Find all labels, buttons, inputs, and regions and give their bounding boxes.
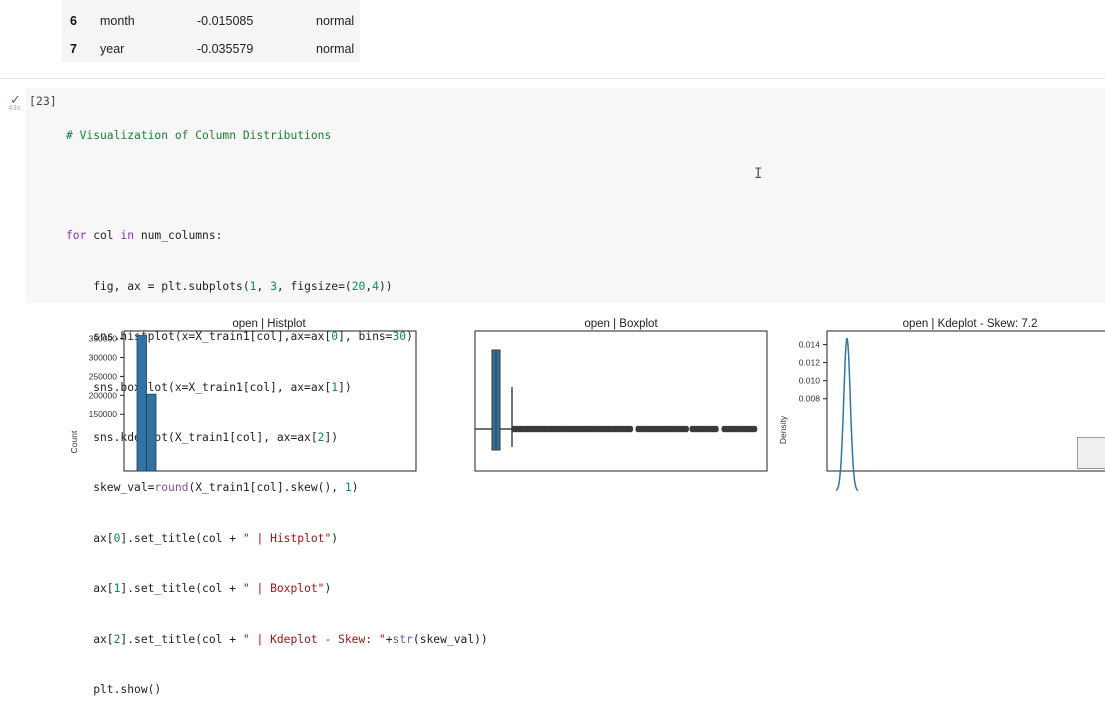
histplot-ytick-label: 350000 [89, 334, 118, 344]
code-line: ax[2].set_title(col + " | Kdeplot - Skew… [66, 632, 488, 646]
boxplot-outlier-point [683, 425, 689, 433]
floating-widget[interactable] [1077, 437, 1105, 469]
code-line: ax[0].set_title(col + " | Histplot") [66, 531, 339, 545]
code-line: skew_val=round(X_train1[col].skew(), 1) [66, 481, 359, 495]
kde-curve [835, 338, 859, 492]
cell-divider [0, 78, 1105, 79]
kdeplot-ytick-label: 0.010 [799, 376, 821, 386]
run-duration: 43s [8, 104, 21, 112]
kdeplot-title: open | Kdeplot - Skew: 7.2 [903, 318, 1038, 330]
skew-value: -0.015085 [197, 14, 254, 28]
histplot-ytick-label: 250000 [89, 371, 118, 381]
row-index: 6 [70, 14, 77, 28]
code-line: plt.show() [66, 682, 162, 696]
kdeplot-ytick-label: 0.012 [799, 358, 821, 368]
column-name: year [100, 42, 125, 56]
column-name: month [100, 14, 135, 28]
boxplot-outlier-point [752, 425, 758, 433]
code-line: for col in num_columns: [66, 229, 223, 243]
distribution-label: normal [316, 14, 355, 28]
histplot-ytick-label: 300000 [89, 352, 118, 362]
kdeplot-ytick-label: 0.008 [799, 394, 821, 404]
execution-count: [23] [29, 94, 57, 108]
histplot-title: open | Histplot [232, 318, 306, 330]
histplot-bar [146, 393, 157, 472]
text-cursor-icon: I [754, 166, 763, 182]
kdeplot-ylabel: Density [778, 415, 788, 444]
histplot-axes-frame [123, 330, 417, 472]
histplot-ytick-label: 150000 [89, 409, 118, 419]
boxplot-outlier-point [713, 425, 719, 433]
code-line: ax[1].set_title(col + " | Boxplot") [66, 582, 332, 596]
boxplot-outliers [511, 425, 758, 433]
histplot-bar [136, 335, 147, 472]
kdeplot-ytick-label: 0.014 [799, 340, 821, 350]
table-row: 6 month -0.015085 normal [62, 8, 360, 34]
histplot-chart: open | Histplot 350000 300000 250000 200000… [69, 318, 417, 472]
skew-value: -0.035579 [197, 42, 254, 56]
kdeplot-axes-frame [826, 330, 1105, 472]
boxplot-chart: open | Boxplot [474, 318, 768, 472]
row-index: 7 [70, 42, 77, 56]
boxplot-title: open | Boxplot [584, 318, 658, 330]
kdeplot-chart: open | Kdeplot - Skew: 7.2 0.014 0.012 0.0… [778, 318, 1105, 492]
histplot-ytick-label: 200000 [89, 390, 118, 400]
code-comment: # Visualization of Column Distributions [66, 128, 332, 142]
boxplot-outlier-point [628, 425, 634, 433]
distribution-label: normal [316, 42, 355, 56]
boxplot-axes-frame [474, 330, 768, 472]
code-line: fig, ax = plt.subplots(1, 3, figsize=(20… [66, 279, 393, 293]
table-row: 7 year -0.035579 normal [62, 36, 360, 62]
